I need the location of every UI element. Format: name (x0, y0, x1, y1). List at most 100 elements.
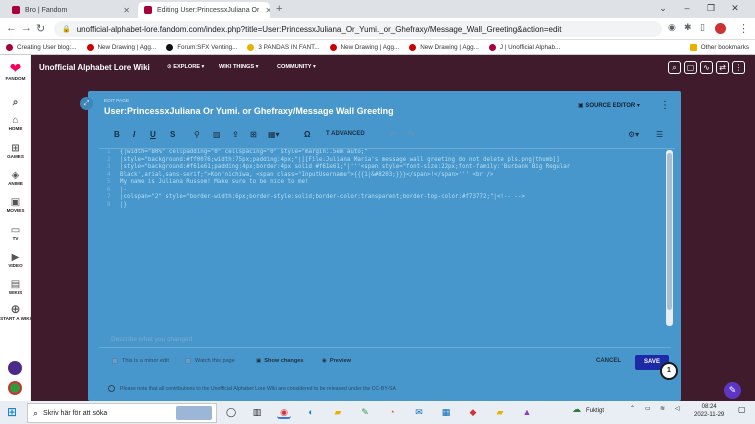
wikitext-editor[interactable]: {|width="80%" cellpadding="0" cellspacin… (120, 149, 664, 325)
bookmark-item[interactable]: J | Unofficial Alphab... (488, 43, 560, 51)
image-icon[interactable]: ▨ (213, 130, 221, 139)
bold-icon[interactable]: B (114, 130, 120, 139)
volume-icon[interactable]: ◁ (675, 405, 680, 412)
rail-item-anime[interactable]: ◈ ANIME (0, 170, 31, 186)
rail-item-tv[interactable]: ▭ TV (0, 225, 31, 241)
template-dropdown-icon[interactable]: ▦▾ (268, 130, 280, 139)
clock[interactable]: 08:24 2022-11-29 (694, 403, 724, 419)
mail-icon[interactable]: ✉ (412, 405, 426, 419)
watch-page-checkbox[interactable]: Watch this page (185, 358, 235, 364)
notifications-icon[interactable]: ▢ (738, 405, 746, 414)
magic-wand-icon[interactable]: ✎ (724, 382, 741, 399)
wiki-title[interactable]: Unofficial Alphabet Lore Wiki (39, 63, 150, 72)
bookmark-item[interactable]: New Drawing | Agg... (409, 43, 479, 51)
minimize-icon[interactable]: – (675, 0, 699, 18)
puzzle-icon[interactable]: ✱ (684, 22, 692, 33)
widgets-icon[interactable]: ▥ (250, 405, 264, 419)
back-icon[interactable]: ← (6, 22, 17, 34)
source-editor-dropdown[interactable]: ▣ SOURCE EDITOR ▾ (578, 102, 640, 109)
bookmark-item[interactable]: New Drawing | Agg... (86, 43, 156, 51)
close-tab-icon[interactable]: ✕ (117, 6, 130, 15)
forward-icon[interactable]: → (21, 22, 32, 34)
nav-wiki-things[interactable]: WIKI THINGS ▾ (219, 64, 259, 70)
strikethrough-icon[interactable]: S (170, 130, 175, 139)
search-icon[interactable]: ⌕ (668, 61, 681, 74)
rail-item-wikis[interactable]: ▤ WIKIS (0, 279, 31, 295)
expand-icon[interactable]: ⤢ (80, 97, 93, 110)
search-highlight-image (176, 406, 212, 420)
sidebar-icon[interactable]: ▯ (700, 22, 705, 33)
tab-bro-fandom[interactable]: Bro | Fandom ✕ (6, 2, 136, 18)
bookmark-item[interactable]: Creating User blog:... (6, 43, 77, 51)
menu-icon[interactable]: ⋮ (738, 22, 749, 35)
nav-community[interactable]: COMMUNITY ▾ (277, 64, 316, 70)
new-tab-icon[interactable]: + (276, 3, 282, 15)
folder-icon[interactable]: ▰ (493, 405, 507, 419)
maximize-icon[interactable]: ❐ (699, 0, 723, 18)
settings-icon[interactable]: ⚙▾ (628, 130, 639, 139)
nav-explore[interactable]: ⊙ EXPLORE ▾ (167, 64, 204, 70)
tab-search-icon[interactable]: ⌄ (651, 0, 675, 18)
global-search[interactable]: ⌕ (0, 97, 31, 108)
fandom-logo[interactable]: ❤ FANDOM (0, 61, 31, 82)
user-avatar[interactable] (8, 361, 22, 375)
scrollbar-thumb[interactable] (667, 153, 672, 310)
chevron-up-icon[interactable]: ⌃ (630, 405, 635, 412)
app-icon[interactable]: ▲ (520, 405, 534, 419)
extension-icon[interactable]: ◉ (668, 22, 676, 33)
weather-label[interactable]: Fuktigt (586, 408, 604, 414)
minor-edit-checkbox[interactable]: This is a minor edit (112, 358, 169, 364)
redo-icon[interactable]: ↷ (408, 130, 415, 139)
checkbox-box[interactable] (185, 358, 191, 364)
editor-menu-icon[interactable]: ⋮ (660, 100, 670, 111)
preview-button[interactable]: ◉ Preview (322, 358, 351, 364)
task-view-icon[interactable]: ◯ (224, 405, 238, 419)
edit-summary-input[interactable]: Describe what you changed (99, 334, 671, 348)
rail-item-games[interactable]: ⊞ GAMES (0, 143, 31, 159)
underline-icon[interactable]: U (150, 130, 156, 139)
discussions-icon[interactable]: ▢ (684, 61, 697, 74)
store-icon[interactable]: ▦ (439, 405, 453, 419)
special-character-icon[interactable]: Ω (304, 130, 310, 139)
url-bar[interactable]: 🔒 unofficial-alphabet-lore.fandom.com/in… (54, 21, 662, 37)
table-icon[interactable]: ⊞ (250, 130, 257, 139)
rail-item-video[interactable]: ▶ VIDEO (0, 252, 31, 268)
more-icon[interactable]: ⋮ (732, 61, 745, 74)
cancel-button[interactable]: CANCEL (596, 358, 621, 364)
edge-icon[interactable]: ◐ (304, 405, 318, 419)
checkbox-box[interactable] (112, 358, 118, 364)
taskbar-search[interactable]: ⌕ Skriv här för att söka (27, 403, 217, 423)
italic-icon[interactable]: I (133, 130, 135, 139)
app-icon[interactable]: ◆ (466, 405, 480, 419)
show-changes-button[interactable]: ▣ Show changes (256, 358, 303, 364)
bookmark-item[interactable]: Forum:SFX Venting... (166, 43, 237, 51)
app-icon[interactable]: ✎ (358, 405, 372, 419)
rail-item-start-wiki[interactable]: ⊕ START A WIKI (0, 303, 31, 322)
upload-icon[interactable]: ⇪ (232, 130, 239, 139)
tab-editing[interactable]: Editing User:PrincessxJuliana Or ✕ (138, 2, 270, 18)
reload-icon[interactable]: ↻ (36, 22, 45, 35)
profile-avatar[interactable] (715, 23, 726, 34)
file-explorer-icon[interactable]: ▰ (331, 405, 345, 419)
firefox-icon[interactable]: ◔ (385, 405, 399, 419)
advanced-button[interactable]: T ADVANCED (326, 131, 365, 137)
chrome-icon[interactable]: ◉ (277, 405, 291, 419)
random-page-icon[interactable]: ⇄ (716, 61, 729, 74)
network-icon[interactable]: ▭ (645, 405, 651, 412)
wifi-icon[interactable]: ≋ (660, 405, 665, 412)
windows-start-icon[interactable]: ⊞ (7, 405, 17, 419)
rail-item-movies[interactable]: ▣ MOVIES (0, 197, 31, 213)
notification-badge[interactable]: 1 (660, 362, 678, 380)
close-tab-icon[interactable]: ✕ (259, 6, 270, 15)
toolbar-menu-icon[interactable]: ☰ (656, 130, 663, 139)
link-icon[interactable]: ⚲ (194, 130, 200, 139)
close-window-icon[interactable]: ✕ (723, 0, 747, 18)
activity-icon[interactable]: ∿ (700, 61, 713, 74)
bookmark-item[interactable]: 3 PANDAS IN FANT... (247, 43, 320, 51)
wiki-avatar[interactable] (8, 381, 22, 395)
rail-item-home[interactable]: ⌂ HOME (0, 115, 31, 131)
other-bookmarks[interactable]: Other bookmarks (689, 43, 749, 51)
undo-icon[interactable]: ↶ (390, 130, 397, 139)
search-icon: ⌕ (12, 97, 19, 108)
bookmark-item[interactable]: New Drawing | Agg... (329, 43, 399, 51)
